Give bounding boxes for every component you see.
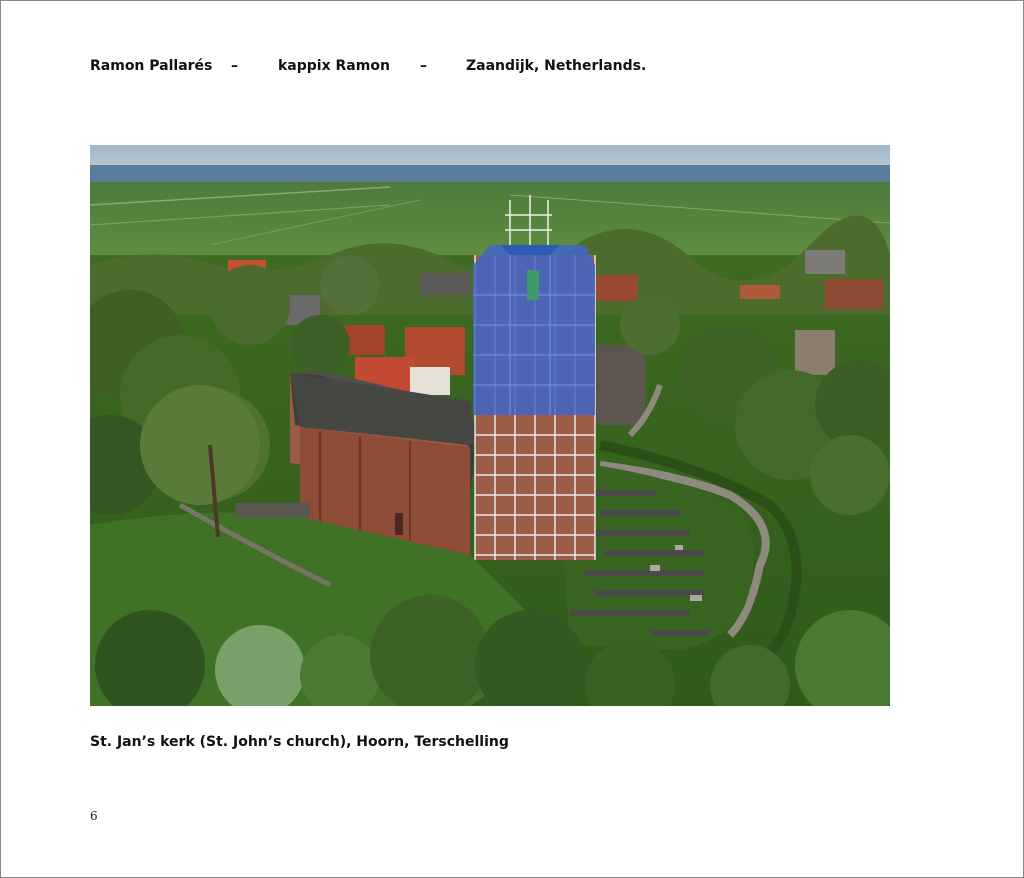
header-location: Zaandijk, Netherlands. — [466, 58, 647, 74]
header-separator: – — [231, 58, 238, 74]
header-author: Ramon Pallarés — [90, 58, 213, 74]
photo-caption: St. Jan’s kerk (St. John’s church), Hoor… — [90, 734, 509, 750]
document-page: Ramon Pallarés – kappix Ramon – Zaandijk… — [0, 0, 1024, 878]
aerial-photo — [90, 145, 890, 706]
header-alias: kappix Ramon — [278, 58, 390, 74]
page-number: 6 — [90, 809, 98, 823]
header-separator: – — [420, 58, 427, 74]
